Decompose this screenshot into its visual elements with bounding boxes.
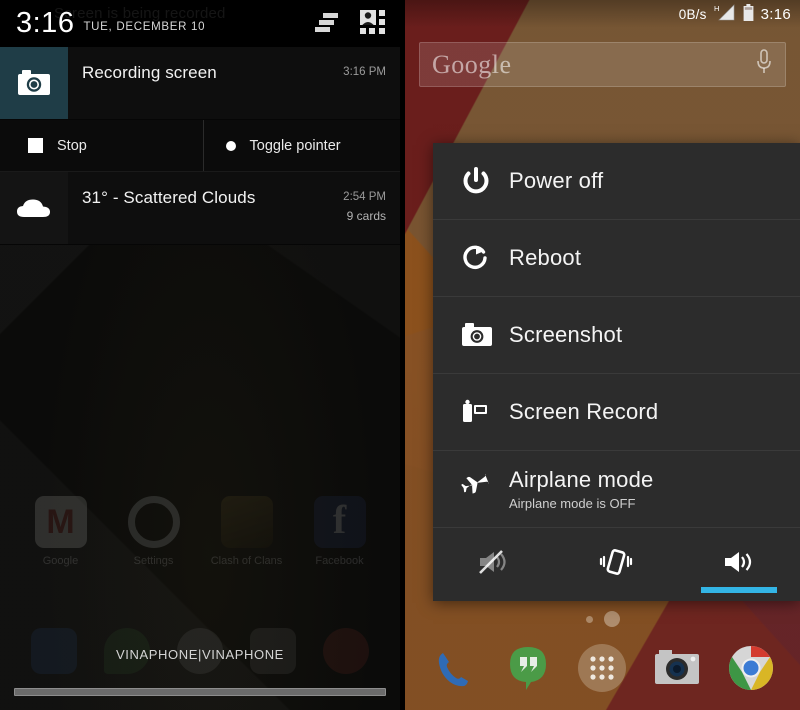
right-phone-screen: 0B/s H 3:16 Google Power off Reboot Scre… [405,0,800,710]
google-search-widget[interactable]: Google [419,42,786,87]
camera-icon [0,47,68,119]
notification-subtext: 9 cards [346,209,386,223]
action-toggle-pointer-button[interactable]: Toggle pointer [202,120,401,171]
vibrate-icon [599,547,633,582]
app-drawer-icon[interactable] [575,641,629,695]
clash-of-clans-icon [220,496,273,548]
sound-mode-silent[interactable] [433,528,555,601]
menu-item-label: Screenshot [509,322,623,347]
reboot-icon [461,243,509,273]
battery-icon [743,4,754,24]
notification-time: 2:54 PM [343,191,386,203]
sound-mode-row [433,528,800,601]
gear-icon [127,496,180,548]
facebook-icon [313,496,366,548]
page-dot [585,615,593,623]
carrier-label: VINAPHONE|VINAPHONE [116,647,284,662]
notification-title: Recording screen [82,63,217,82]
action-stop-button[interactable]: Stop [0,120,203,171]
multi-user-icon[interactable] [360,10,386,39]
notification-recording[interactable]: Recording screen 3:16 PM [0,47,400,120]
sound-mode-sound[interactable] [678,528,800,601]
notification-actions: Stop Toggle pointer [0,120,400,172]
notification-title: 31° - Scattered Clouds [82,188,256,207]
mute-icon [477,548,511,581]
pointer-dot-icon [225,140,236,151]
status-clock: 3:16 [760,5,791,23]
menu-item-sublabel: Airplane mode is OFF [509,496,636,511]
network-speed-label: 0B/s [678,6,707,22]
notification-time: 3:16 PM [343,66,386,78]
gmail-icon [34,496,87,548]
cloud-icon [0,172,68,244]
camera-icon [461,322,509,348]
shade-drag-handle[interactable] [14,688,386,696]
menu-item-label: Airplane mode [509,467,654,492]
power-menu-dialog: Power off Reboot Screenshot Screen Recor… [433,143,800,601]
status-clock: 3:16 [16,7,75,39]
sound-mode-selected-indicator [700,587,777,593]
menu-item-airplane-mode[interactable]: Airplane mode Airplane mode is OFF [433,451,800,528]
status-date: TUE, DECEMBER 10 [83,21,206,33]
volume-icon [722,548,756,581]
left-phone-screen: Google Settings Clash of Clans Facebook [0,0,400,710]
home-dock [405,634,800,702]
camera-app-icon[interactable] [650,641,704,695]
ghost-app-item: Google [23,496,99,567]
hangouts-icon[interactable] [501,641,555,695]
action-stop-label: Stop [57,137,87,154]
microphone-icon[interactable] [755,48,773,81]
google-logo: Google [432,49,512,79]
signal-icon: H [714,4,736,24]
ghost-app-label: Settings [133,555,174,567]
phone-icon[interactable] [427,641,481,695]
page-indicator [405,611,800,627]
ghost-app-item: Facebook [302,496,378,567]
menu-item-screen-record[interactable]: Screen Record [433,374,800,451]
menu-item-reboot[interactable]: Reboot [433,220,800,297]
menu-item-label: Reboot [509,245,582,270]
sound-mode-vibrate[interactable] [555,528,677,601]
action-toggle-pointer-label: Toggle pointer [249,137,341,154]
menu-item-label: Power off [509,168,604,193]
clear-all-icon[interactable] [314,12,340,37]
ghost-app-grid: Google Settings Clash of Clans Facebook [0,496,400,567]
power-icon [461,166,509,196]
menu-item-screenshot[interactable]: Screenshot [433,297,800,374]
ghost-app-label: Facebook [315,555,364,567]
page-dot-active [603,611,620,627]
menu-item-label: Screen Record [509,399,659,424]
airplane-icon [461,474,509,504]
ghost-app-label: Google [42,555,79,567]
right-status-bar: 0B/s H 3:16 [405,0,800,28]
dual-screenshot-composite: Google Settings Clash of Clans Facebook [0,0,800,710]
ghost-app-label: Clash of Clans [210,555,283,567]
menu-item-power-off[interactable]: Power off [433,143,800,220]
chrome-icon[interactable] [724,641,778,695]
camcorder-icon [461,399,509,425]
svg-text:H: H [714,4,719,13]
stop-square-icon [28,138,43,153]
left-status-bar: Screen is being recorded 3:16 TUE, DECEM… [0,0,400,47]
ghost-app-item: Settings [116,496,192,567]
notification-weather[interactable]: 31° - Scattered Clouds 2:54 PM 9 cards [0,172,400,245]
ghost-app-item: Clash of Clans [209,496,285,567]
